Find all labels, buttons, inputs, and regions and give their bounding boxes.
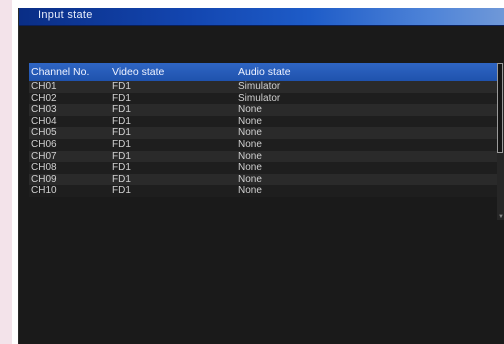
table-row[interactable]: CH01 FD1 Simulator bbox=[29, 81, 497, 93]
table-row[interactable]: CH05 FD1 None bbox=[29, 127, 497, 139]
channel-cell: CH10 bbox=[31, 185, 57, 197]
channel-cell: CH06 bbox=[31, 138, 57, 150]
audio-state-cell: None bbox=[238, 138, 262, 150]
video-state-cell: FD1 bbox=[112, 104, 131, 116]
header-channel-no[interactable]: Channel No. bbox=[31, 63, 89, 81]
audio-state-cell: None bbox=[238, 150, 262, 162]
table-row[interactable]: CH10 FD1 None bbox=[29, 185, 497, 197]
table-row[interactable]: CH03 FD1 None bbox=[29, 104, 497, 116]
channel-cell: CH09 bbox=[31, 173, 57, 185]
channel-cell: CH04 bbox=[31, 115, 57, 127]
table-scrollbar[interactable]: ▼ bbox=[497, 63, 504, 220]
channel-cell: CH02 bbox=[31, 92, 57, 104]
video-state-cell: FD1 bbox=[112, 92, 131, 104]
audio-state-cell: None bbox=[238, 162, 262, 174]
header-video-state[interactable]: Video state bbox=[112, 63, 164, 81]
channel-cell: CH07 bbox=[31, 150, 57, 162]
title-bar: Input state bbox=[19, 8, 504, 26]
window-title: Input state bbox=[38, 9, 93, 21]
table-row[interactable]: CH06 FD1 None bbox=[29, 138, 497, 151]
video-state-cell: FD1 bbox=[112, 162, 131, 174]
audio-state-cell: Simulator bbox=[238, 92, 281, 104]
channel-cell: CH03 bbox=[31, 104, 57, 116]
table-row[interactable]: CH02 FD1 Simulator bbox=[29, 92, 497, 105]
channel-table: Channel No. Video state Audio state CH01… bbox=[29, 63, 497, 197]
table-row[interactable]: CH09 FD1 None bbox=[29, 173, 497, 186]
video-state-cell: FD1 bbox=[112, 115, 131, 127]
audio-state-cell: None bbox=[238, 173, 262, 185]
audio-state-cell: None bbox=[238, 185, 262, 197]
scroll-down-icon[interactable]: ▼ bbox=[498, 214, 504, 220]
video-state-cell: FD1 bbox=[112, 138, 131, 150]
audio-state-cell: None bbox=[238, 127, 262, 139]
audio-state-cell: None bbox=[238, 115, 262, 127]
video-state-cell: FD1 bbox=[112, 81, 131, 92]
header-audio-state[interactable]: Audio state bbox=[238, 63, 291, 81]
background-decoration bbox=[0, 0, 12, 344]
video-state-cell: FD1 bbox=[112, 150, 131, 162]
channel-cell: CH01 bbox=[31, 81, 57, 92]
scrollbar-thumb[interactable] bbox=[497, 63, 503, 153]
channel-cell: CH08 bbox=[31, 162, 57, 174]
video-state-cell: FD1 bbox=[112, 173, 131, 185]
audio-state-cell: Simulator bbox=[238, 81, 281, 92]
video-state-cell: FD1 bbox=[112, 185, 131, 197]
channel-cell: CH05 bbox=[31, 127, 57, 139]
audio-state-cell: None bbox=[238, 104, 262, 116]
video-state-cell: FD1 bbox=[112, 127, 131, 139]
table-row[interactable]: CH08 FD1 None bbox=[29, 162, 497, 174]
table-header: Channel No. Video state Audio state bbox=[29, 63, 497, 81]
table-row[interactable]: CH04 FD1 None bbox=[29, 115, 497, 128]
input-state-window: Input state Channel No. Video state Audi… bbox=[18, 8, 504, 344]
table-row[interactable]: CH07 FD1 None bbox=[29, 150, 497, 163]
